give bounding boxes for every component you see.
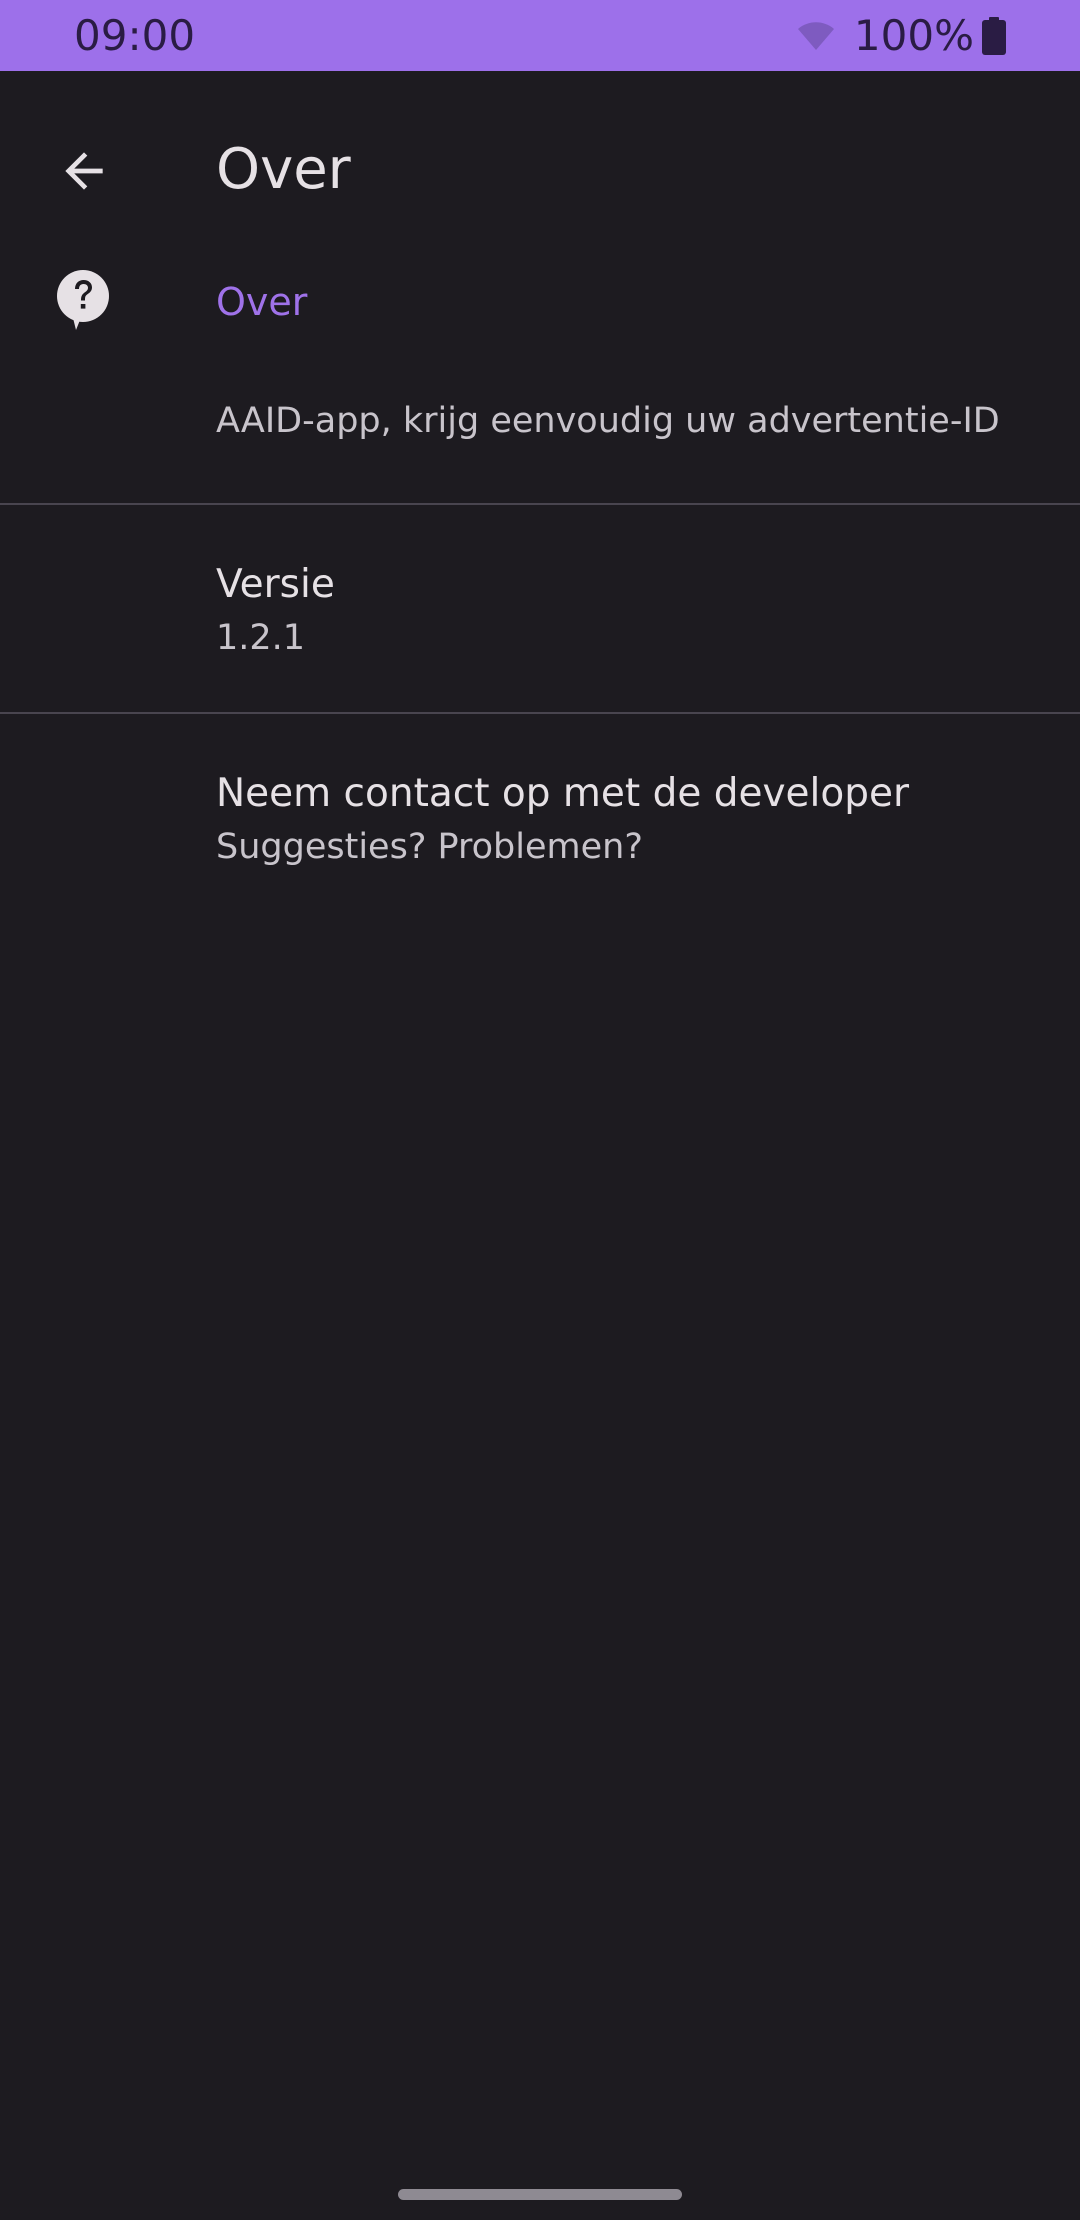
status-time: 09:00	[74, 11, 196, 60]
app-description: AAID-app, krijg eenvoudig uw advertentie…	[216, 401, 1000, 441]
version-item[interactable]: Versie 1.2.1	[0, 505, 1080, 712]
contact-title: Neem contact op met de developer	[216, 771, 910, 816]
status-bar: 09:00 100%	[0, 0, 1080, 71]
battery-percentage: 100%	[853, 11, 974, 60]
version-title: Versie	[216, 562, 335, 607]
contact-developer-item[interactable]: Neem contact op met de developer Suggest…	[0, 714, 1080, 921]
app-bar: Over	[0, 71, 1080, 269]
about-section-title: Over	[216, 280, 308, 324]
wifi-icon	[797, 22, 834, 50]
back-button[interactable]	[44, 131, 124, 211]
arrow-back-icon	[65, 152, 103, 190]
version-value: 1.2.1	[216, 618, 306, 658]
status-icons: 100%	[796, 10, 1006, 62]
help-icon	[54, 268, 112, 332]
battery-icon	[982, 17, 1006, 55]
page-title: Over	[216, 137, 351, 202]
home-indicator[interactable]	[398, 2189, 682, 2200]
contact-summary: Suggesties? Problemen?	[216, 827, 643, 867]
